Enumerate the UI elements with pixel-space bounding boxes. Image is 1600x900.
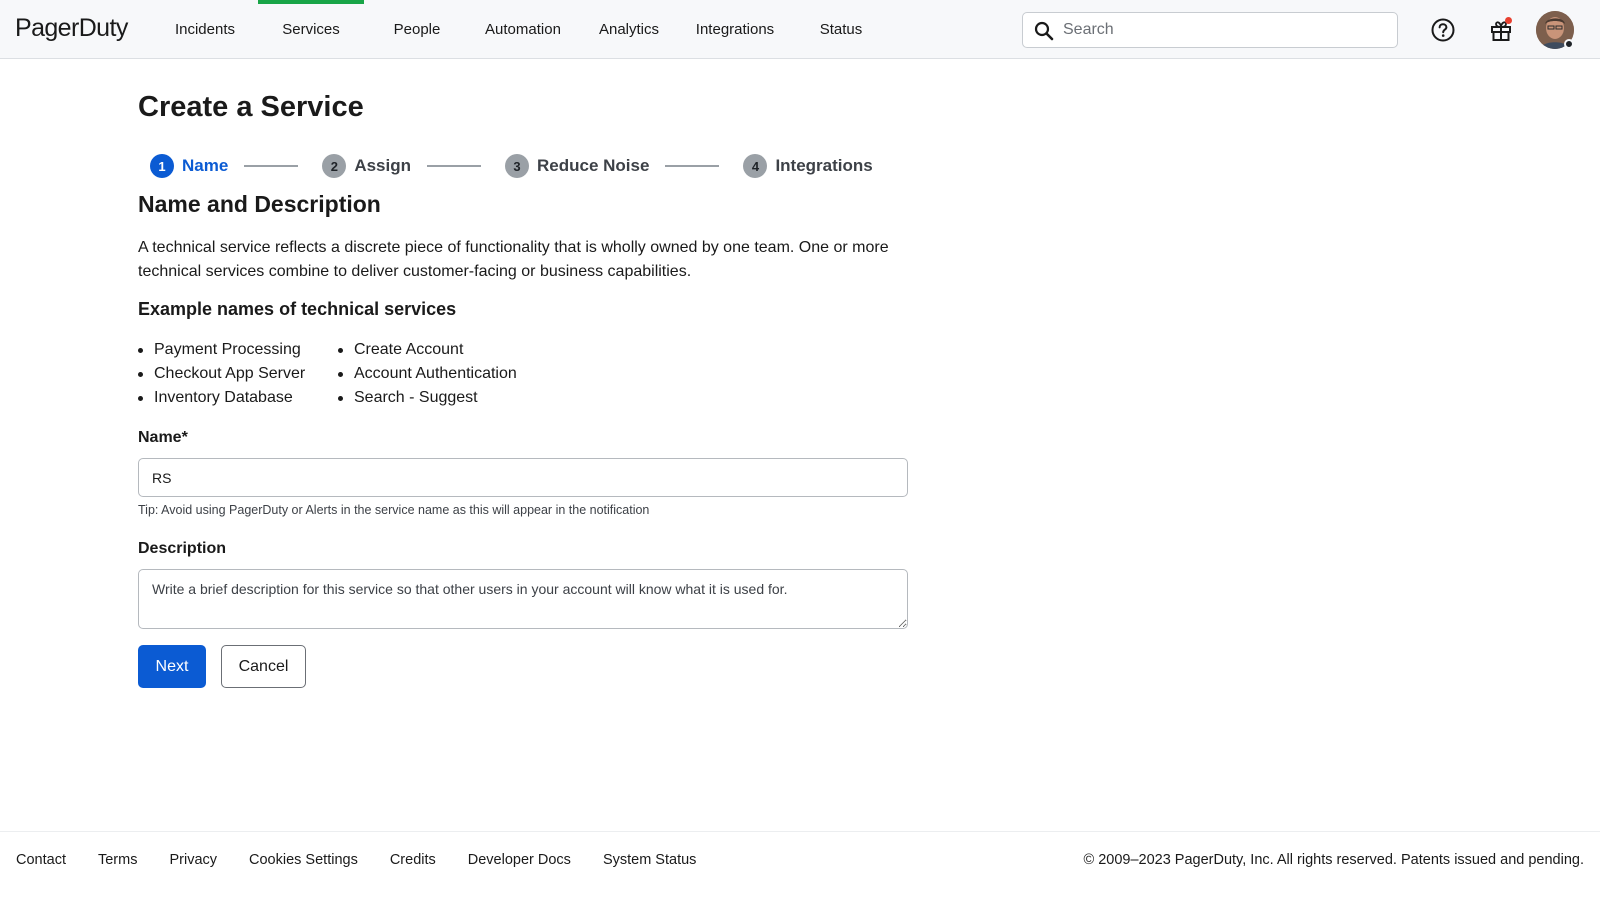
main-nav: Incidents Services People Automation Ana… — [152, 0, 894, 58]
list-item: Payment Processing — [138, 338, 305, 362]
section-title: Name and Description — [138, 191, 381, 217]
examples-list-2: Create Account Account Authentication Se… — [338, 338, 517, 410]
footer-link-terms[interactable]: Terms — [98, 852, 137, 868]
top-navigation-bar: PagerDuty Incidents Services People Auto… — [0, 0, 1600, 59]
footer-link-cookies[interactable]: Cookies Settings — [249, 852, 358, 868]
search-icon — [1034, 21, 1054, 41]
step-assign[interactable]: 2 Assign — [322, 154, 411, 178]
footer-link-credits[interactable]: Credits — [390, 852, 436, 868]
name-label: Name* — [138, 429, 188, 446]
step-number: 4 — [743, 154, 768, 178]
step-number: 2 — [322, 154, 347, 178]
footer: Contact Terms Privacy Cookies Settings C… — [0, 831, 1600, 900]
step-reduce-noise[interactable]: 3 Reduce Noise — [505, 154, 649, 178]
list-item: Search - Suggest — [338, 386, 517, 410]
list-item: Checkout App Server — [138, 362, 305, 386]
name-input[interactable] — [138, 458, 908, 497]
list-item: Account Authentication — [338, 362, 517, 386]
nav-services[interactable]: Services — [258, 0, 364, 58]
list-item: Create Account — [338, 338, 517, 362]
step-connector — [427, 165, 481, 167]
examples-list-1: Payment Processing Checkout App Server I… — [138, 338, 305, 410]
name-tip: Tip: Avoid using PagerDuty or Alerts in … — [138, 503, 650, 517]
footer-links: Contact Terms Privacy Cookies Settings C… — [16, 852, 696, 868]
nav-incidents[interactable]: Incidents — [152, 0, 258, 58]
description-textarea[interactable] — [138, 569, 908, 629]
examples-title: Example names of technical services — [138, 299, 457, 319]
copyright-text: © 2009–2023 PagerDuty, Inc. All rights r… — [1083, 852, 1584, 868]
service-description-text: A technical service reflects a discrete … — [138, 239, 889, 280]
nav-integrations[interactable]: Integrations — [682, 0, 788, 58]
cancel-button[interactable]: Cancel — [221, 645, 306, 688]
notification-dot — [1505, 17, 1512, 24]
presence-status-dot — [1564, 39, 1574, 49]
next-button[interactable]: Next — [138, 645, 206, 688]
step-label: Reduce Noise — [537, 156, 650, 175]
step-connector — [244, 165, 299, 167]
nav-analytics[interactable]: Analytics — [576, 0, 682, 58]
description-label: Description — [138, 540, 227, 557]
step-label: Name — [182, 156, 229, 175]
search-box — [1022, 12, 1398, 48]
step-label: Integrations — [775, 156, 873, 175]
step-name[interactable]: 1 Name — [150, 154, 228, 178]
list-item: Inventory Database — [138, 386, 305, 410]
pagerduty-logo[interactable]: PagerDuty — [15, 14, 128, 43]
step-number: 1 — [150, 154, 174, 178]
footer-link-developer-docs[interactable]: Developer Docs — [468, 852, 571, 868]
step-connector — [665, 165, 720, 167]
footer-link-system-status[interactable]: System Status — [603, 852, 696, 868]
nav-people[interactable]: People — [364, 0, 470, 58]
step-integrations[interactable]: 4 Integrations — [743, 154, 873, 178]
nav-automation[interactable]: Automation — [470, 0, 576, 58]
step-number: 3 — [505, 154, 529, 178]
nav-status[interactable]: Status — [788, 0, 894, 58]
step-label: Assign — [354, 156, 411, 175]
page-title: Create a Service — [138, 91, 364, 123]
search-input[interactable] — [1063, 13, 1393, 47]
footer-link-contact[interactable]: Contact — [16, 852, 66, 868]
footer-link-privacy[interactable]: Privacy — [169, 852, 217, 868]
help-icon[interactable] — [1430, 17, 1456, 43]
wizard-stepper: 1 Name 2 Assign 3 Reduce Noise 4 Integra… — [150, 153, 873, 179]
